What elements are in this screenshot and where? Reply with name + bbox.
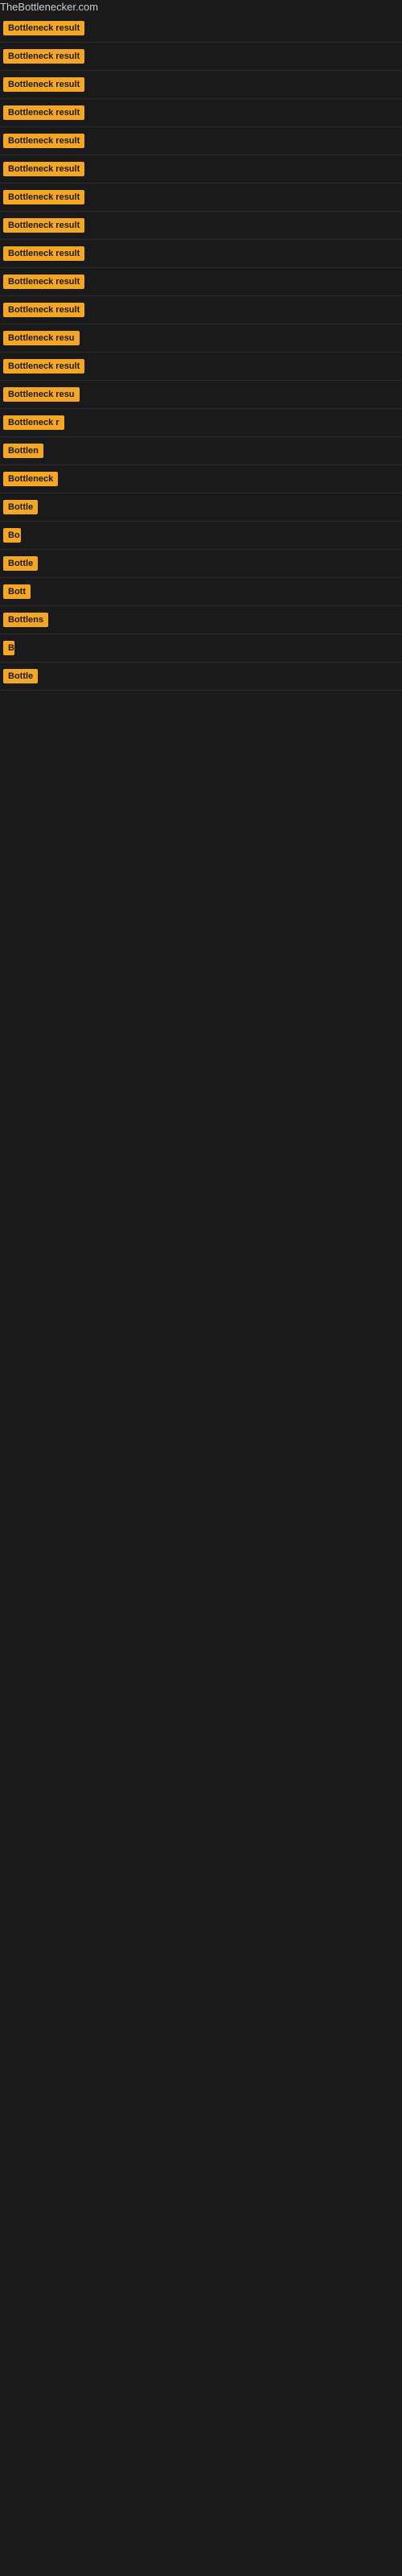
list-item: B — [0, 634, 402, 663]
bottleneck-result-badge[interactable]: Bottlens — [3, 613, 48, 627]
site-header: TheBottlenecker.com — [0, 0, 402, 14]
bottleneck-result-badge[interactable]: Bottleneck result — [3, 21, 84, 35]
bottleneck-result-badge[interactable]: Bottleneck — [3, 472, 58, 486]
bottleneck-result-badge[interactable]: Bottleneck result — [3, 190, 84, 204]
bottleneck-result-badge[interactable]: Bottleneck result — [3, 77, 84, 92]
list-item: Bottleneck result — [0, 71, 402, 99]
bottleneck-result-badge[interactable]: Bottle — [3, 500, 38, 514]
bottleneck-result-badge[interactable]: Bottleneck result — [3, 49, 84, 64]
bottleneck-result-badge[interactable]: Bottleneck result — [3, 218, 84, 233]
bottleneck-result-badge[interactable]: Bottleneck resu — [3, 387, 80, 402]
list-item: Bott — [0, 578, 402, 606]
list-item: Bottleneck result — [0, 127, 402, 155]
list-item: Bottleneck resu — [0, 324, 402, 353]
list-item: Bottleneck result — [0, 99, 402, 127]
list-item: Bottle — [0, 663, 402, 691]
list-item: Bottleneck result — [0, 268, 402, 296]
bottleneck-result-badge[interactable]: Bottle — [3, 669, 38, 683]
list-item: Bottle — [0, 550, 402, 578]
list-item: Bottleneck r — [0, 409, 402, 437]
bottleneck-result-badge[interactable]: Bo — [3, 528, 21, 543]
bottleneck-result-badge[interactable]: Bottleneck result — [3, 105, 84, 120]
bottleneck-result-badge[interactable]: Bott — [3, 584, 31, 599]
bottleneck-result-badge[interactable]: Bottleneck result — [3, 359, 84, 374]
list-item: Bottleneck result — [0, 14, 402, 43]
bottleneck-result-badge[interactable]: Bottle — [3, 556, 38, 571]
bottleneck-result-badge[interactable]: Bottleneck result — [3, 162, 84, 176]
bottleneck-result-badge[interactable]: Bottleneck result — [3, 246, 84, 261]
list-item: Bottleneck result — [0, 240, 402, 268]
list-item: Bottleneck result — [0, 43, 402, 71]
list-item: Bottlen — [0, 437, 402, 465]
list-item: Bo — [0, 522, 402, 550]
bottleneck-result-badge[interactable]: Bottleneck result — [3, 275, 84, 289]
list-item: Bottleneck result — [0, 212, 402, 240]
list-item: Bottleneck result — [0, 155, 402, 184]
bottleneck-result-badge[interactable]: B — [3, 641, 14, 655]
list-item: Bottleneck resu — [0, 381, 402, 409]
bottleneck-result-badge[interactable]: Bottleneck r — [3, 415, 64, 430]
bottleneck-result-badge[interactable]: Bottleneck result — [3, 303, 84, 317]
list-item: Bottlens — [0, 606, 402, 634]
list-item: Bottleneck result — [0, 296, 402, 324]
bottleneck-result-badge[interactable]: Bottleneck result — [3, 134, 84, 148]
list-item: Bottleneck — [0, 465, 402, 493]
list-item: Bottleneck result — [0, 184, 402, 212]
list-item: Bottle — [0, 493, 402, 522]
bottleneck-result-badge[interactable]: Bottlen — [3, 444, 43, 458]
list-item: Bottleneck result — [0, 353, 402, 381]
bottleneck-result-badge[interactable]: Bottleneck resu — [3, 331, 80, 345]
